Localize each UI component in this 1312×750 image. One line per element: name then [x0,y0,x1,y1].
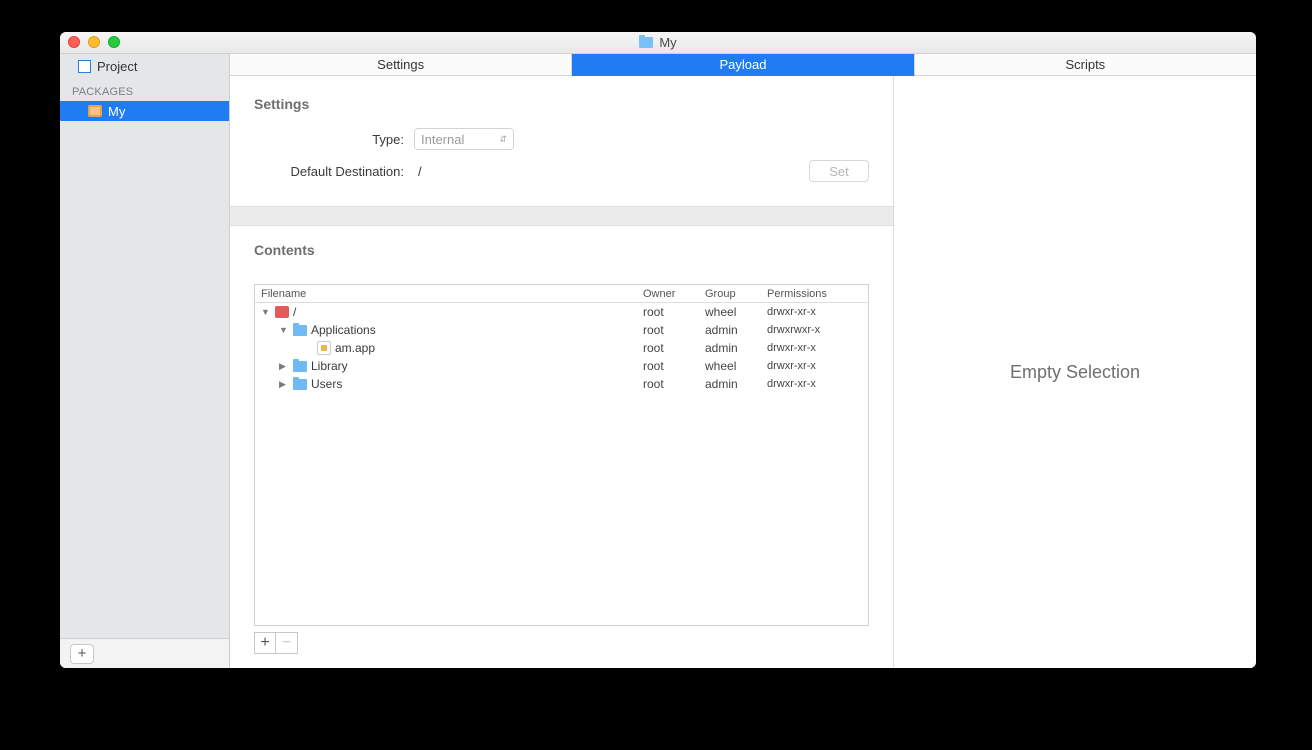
disclosure-triangle-icon[interactable]: ▼ [279,325,289,335]
table-row[interactable]: ▼ Applications rootadmindrwxrwxr-x [255,321,868,339]
cell-group: wheel [705,305,767,319]
tab-label: Settings [377,57,424,72]
titlebar: My [60,32,1256,54]
table-header: Filename Owner Group Permissions [255,285,868,303]
contents-actions: + − [254,626,869,668]
folder-icon [293,379,307,390]
add-package-button[interactable]: + [70,644,94,664]
col-group[interactable]: Group [705,288,767,300]
type-label: Type: [254,132,414,147]
zoom-window-button[interactable] [108,36,120,48]
table-body: ▼/rootwheeldrwxr-xr-x▼Applicationsrootad… [255,303,868,625]
cell-filename: ▼ Applications [255,323,643,337]
cell-owner: root [643,305,705,319]
window-title-text: My [659,35,676,50]
chevron-updown-icon: ⇵ [499,135,507,143]
plus-icon: + [78,646,87,661]
table-row[interactable]: ▼/rootwheeldrwxr-xr-x [255,303,868,321]
type-select-value: Internal [421,132,464,147]
settings-heading: Settings [254,96,869,112]
destination-value: / [418,164,422,179]
cell-permissions: drwxr-xr-x [767,378,867,390]
main-area: Settings Payload Scripts Settings Type: [230,54,1256,668]
cell-group: admin [705,341,767,355]
col-permissions[interactable]: Permissions [767,288,867,300]
filename-text: Applications [311,323,376,337]
type-row: Type: Internal ⇵ [254,128,869,150]
filename-text: / [293,305,296,319]
empty-selection-text: Empty Selection [1010,362,1140,383]
cell-permissions: drwxrwxr-x [767,324,867,336]
table-row[interactable]: ▶ Library rootwheeldrwxr-xr-x [255,357,868,375]
cell-permissions: drwxr-xr-x [767,342,867,354]
folder-icon [293,361,307,372]
cell-group: admin [705,377,767,391]
set-button-label: Set [829,164,849,179]
set-destination-button[interactable]: Set [809,160,869,182]
contents-table: Filename Owner Group Permissions ▼/rootw… [254,284,869,626]
contents-block: Contents Filename Owner Group Permission… [230,226,893,668]
root-icon [275,306,289,318]
disclosure-triangle-icon[interactable]: ▶ [279,379,289,390]
content-row: Settings Type: Internal ⇵ Default Destin… [230,76,1256,668]
cell-group: wheel [705,359,767,373]
folder-icon [293,325,307,336]
destination-label: Default Destination: [254,164,414,179]
cell-filename: ▶ Library [255,359,643,373]
sidebar-item-project[interactable]: Project [60,54,229,78]
package-icon [88,105,102,117]
plus-icon: + [260,635,269,651]
add-file-button[interactable]: + [254,632,276,654]
cell-filename: ▶ Users [255,377,643,391]
sidebar-section-packages: PACKAGES [60,78,229,101]
window-body: Project PACKAGES My + Settings [60,54,1256,668]
center-pane: Settings Type: Internal ⇵ Default Destin… [230,76,894,668]
window-title: My [639,35,676,50]
tab-payload[interactable]: Payload [572,54,914,76]
destination-row: Default Destination: / Set [254,160,869,182]
tab-label: Scripts [1065,57,1105,72]
tab-label: Payload [720,57,767,72]
filename-text: am.app [335,341,375,355]
app-icon [317,341,331,355]
project-icon [78,60,91,73]
close-window-button[interactable] [68,36,80,48]
cell-permissions: drwxr-xr-x [767,306,867,318]
filename-text: Library [311,359,348,373]
cell-filename: ▼/ [255,305,643,319]
minus-icon: − [282,635,291,651]
sidebar-package-my[interactable]: My [60,101,229,121]
folder-icon [639,37,653,48]
cell-owner: root [643,359,705,373]
app-window: My Project PACKAGES My + [60,32,1256,668]
disclosure-triangle-icon[interactable]: ▶ [279,361,289,372]
tabs: Settings Payload Scripts [230,54,1256,76]
minimize-window-button[interactable] [88,36,100,48]
cell-owner: root [643,377,705,391]
cell-permissions: drwxr-xr-x [767,360,867,372]
traffic-lights [68,36,120,48]
cell-filename: am.app [255,341,643,355]
contents-heading: Contents [254,242,869,258]
filename-text: Users [311,377,342,391]
settings-block: Settings Type: Internal ⇵ Default Destin… [230,76,893,206]
section-divider [230,206,893,226]
inspector-pane: Empty Selection [894,76,1256,668]
sidebar-bottom-bar: + [60,638,229,668]
remove-file-button[interactable]: − [276,632,298,654]
col-owner[interactable]: Owner [643,288,705,300]
cell-group: admin [705,323,767,337]
table-row[interactable]: am.app rootadmindrwxr-xr-x [255,339,868,357]
cell-owner: root [643,323,705,337]
cell-owner: root [643,341,705,355]
sidebar: Project PACKAGES My + [60,54,230,668]
col-filename[interactable]: Filename [255,288,643,300]
sidebar-package-label: My [108,104,125,119]
sidebar-item-label: Project [97,59,137,74]
tab-settings[interactable]: Settings [230,54,572,76]
disclosure-triangle-icon[interactable]: ▼ [261,307,271,317]
table-row[interactable]: ▶ Users rootadmindrwxr-xr-x [255,375,868,393]
type-select[interactable]: Internal ⇵ [414,128,514,150]
tab-scripts[interactable]: Scripts [915,54,1256,76]
